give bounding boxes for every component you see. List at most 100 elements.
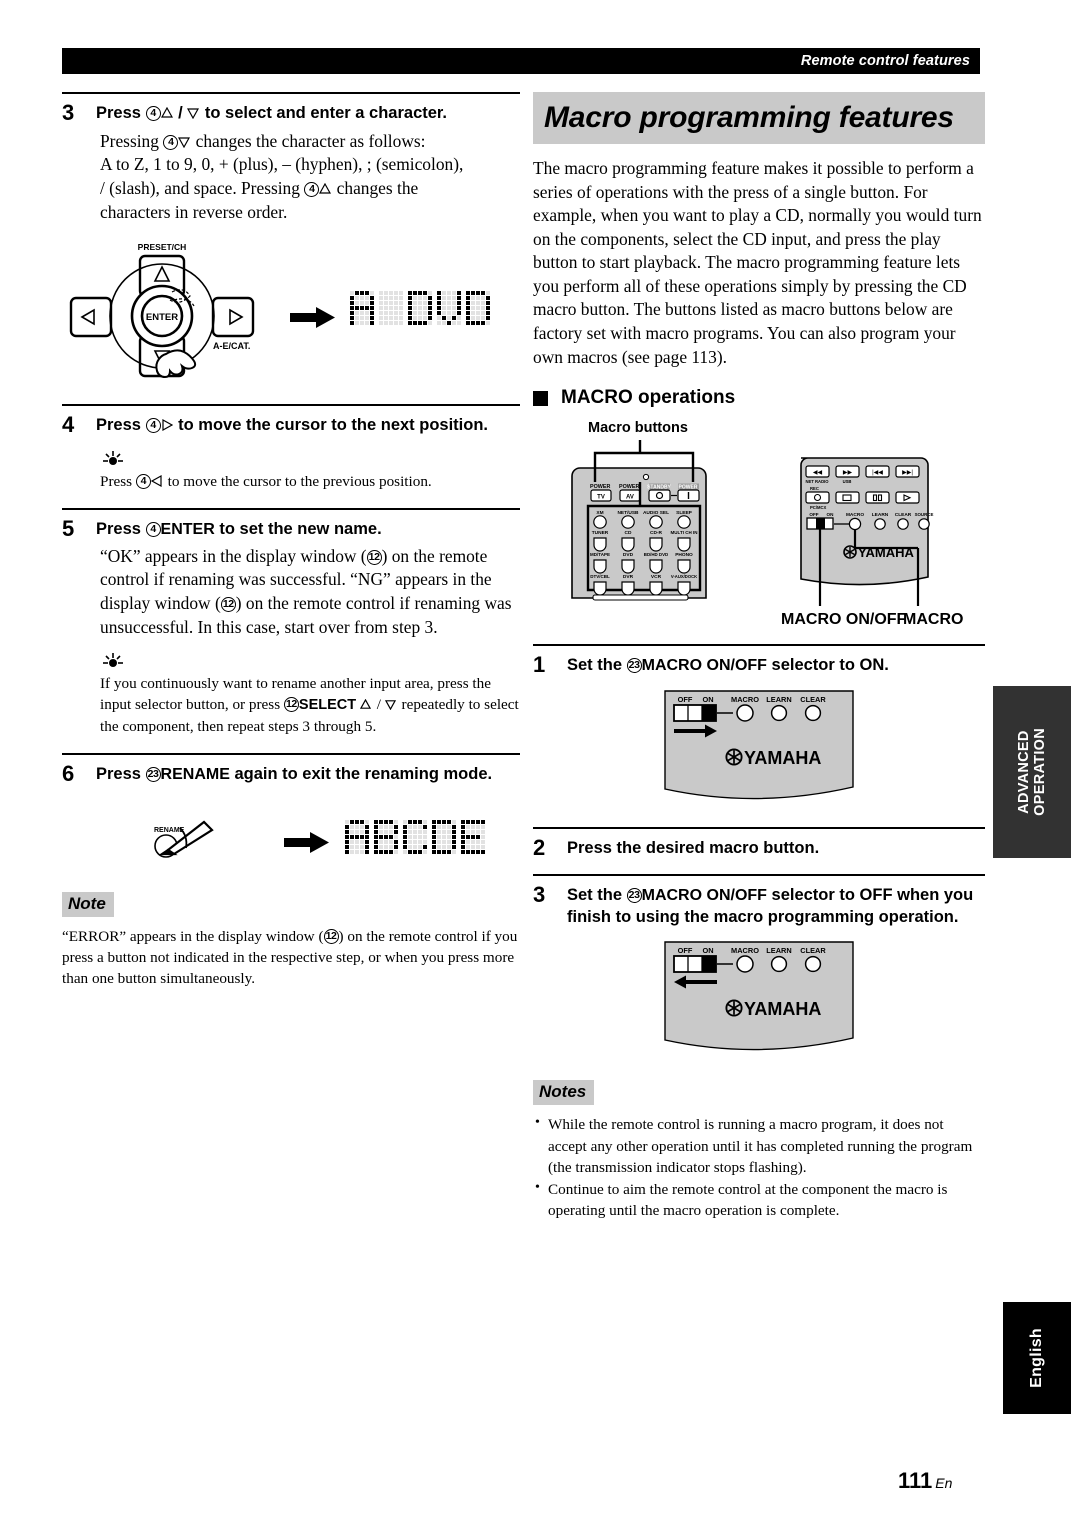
step-4: 4 Press 4 to move the cursor to the next… bbox=[62, 413, 520, 437]
svg-text:AUDIO SEL: AUDIO SEL bbox=[643, 510, 669, 516]
step6-number: 6 bbox=[62, 761, 75, 787]
step6-title: Press 23 RENAME again to exit the renamin… bbox=[96, 762, 520, 786]
step5-body-1: “OK” appears in the display window ( bbox=[100, 545, 367, 566]
svg-text:V-AUX/DOCK: V-AUX/DOCK bbox=[671, 574, 697, 579]
svg-text:◀◀: ◀◀ bbox=[813, 470, 823, 476]
page-number-suffix: En bbox=[935, 1475, 953, 1491]
section-heading-text: MACRO operations bbox=[561, 387, 736, 409]
r-step1-title-pre: Set the bbox=[567, 656, 627, 675]
running-head-text: Remote control features bbox=[800, 53, 970, 69]
circled-number-4: 4 bbox=[145, 106, 161, 121]
step3-body-l3-post: changes the bbox=[332, 177, 419, 198]
step3-body-l3-pre: / (slash), and space. Pressing bbox=[100, 177, 305, 198]
step5-tip: If you continuously want to rename anoth… bbox=[100, 675, 519, 735]
step5-title-pre: Press bbox=[96, 520, 146, 539]
svg-text:MACRO: MACRO bbox=[846, 512, 864, 518]
svg-text:BD/HD DVD: BD/HD DVD bbox=[644, 552, 668, 557]
tip-bulb-icon bbox=[100, 449, 126, 469]
step4-tip-post: to move the cursor to the previous posit… bbox=[163, 472, 432, 490]
circled-number-4: 4 bbox=[135, 473, 151, 489]
svg-text:POWER: POWER bbox=[590, 484, 610, 490]
intro-paragraph: The macro programming feature makes it p… bbox=[533, 158, 982, 367]
lcd-char bbox=[461, 819, 485, 854]
svg-text:A-E/CAT.: A-E/CAT. bbox=[213, 341, 250, 351]
lcd-text-abcde bbox=[345, 819, 485, 854]
page-title-text: Macro programming features bbox=[544, 101, 954, 134]
r-step-3: 3 Set the 23 MACRO ON/OFF selector to OFF… bbox=[533, 883, 985, 929]
switch-on-label: ON bbox=[702, 695, 713, 704]
circled-number-4: 4 bbox=[145, 418, 161, 434]
macro-on-off-label: MACRO ON/OFF bbox=[641, 886, 767, 904]
learn-btn-label: LEARN bbox=[766, 695, 791, 704]
svg-text:AV: AV bbox=[626, 495, 634, 501]
step4-rule bbox=[62, 404, 520, 407]
r-step3-title: Set the 23 MACRO ON/OFF selector to OFF w… bbox=[567, 883, 985, 929]
circled-number-4: 4 bbox=[304, 181, 320, 197]
rename-press-figure: RENAME bbox=[62, 798, 520, 876]
step-6: 6 Press 23 RENAME again to exit the renam… bbox=[62, 762, 520, 786]
svg-text:NET RADIO: NET RADIO bbox=[805, 479, 829, 484]
step6-title-post: again to exit the renaming mode. bbox=[229, 765, 493, 784]
svg-text:YAMAHA: YAMAHA bbox=[744, 999, 821, 1019]
lcd-char bbox=[403, 819, 427, 854]
step3-rule bbox=[62, 92, 520, 94]
section-heading-macro-operations: MACRO operations bbox=[533, 387, 985, 409]
step6-title-pre: Press bbox=[96, 765, 146, 784]
macro-btn-label: MACRO bbox=[731, 695, 759, 704]
step3-body: Pressing 4 changes the character as foll… bbox=[100, 130, 520, 224]
tip-bulb-icon bbox=[100, 651, 126, 671]
step5-rule bbox=[62, 508, 520, 511]
svg-text:POWER: POWER bbox=[679, 485, 698, 491]
circled-number-12: 12 bbox=[283, 697, 299, 713]
svg-text:CLEAR: CLEAR bbox=[895, 512, 912, 518]
svg-text:MULTI CH IN: MULTI CH IN bbox=[671, 530, 698, 535]
page-number: 111 En bbox=[898, 1468, 952, 1494]
step-3: 3 Press 4 / to select and enter a charac… bbox=[62, 101, 520, 125]
notes-label: Notes bbox=[533, 1080, 595, 1106]
macro-buttons-caption: Macro buttons bbox=[588, 420, 688, 437]
step3-body-l4: characters in reverse order. bbox=[100, 201, 288, 222]
svg-text:LEARN: LEARN bbox=[872, 512, 889, 518]
lcd-text-a-dvd bbox=[350, 291, 490, 326]
svg-text:▶▶|: ▶▶| bbox=[902, 470, 913, 476]
circled-number-12: 12 bbox=[220, 597, 236, 613]
svg-text:DVD: DVD bbox=[623, 552, 634, 558]
clear-btn-label: CLEAR bbox=[800, 695, 826, 704]
step3-body-l1-post: changes the character as follows: bbox=[191, 130, 426, 151]
caption-macro-on-off: MACRO ON/OFF bbox=[781, 611, 907, 628]
svg-text:YAMAHA: YAMAHA bbox=[744, 748, 821, 768]
svg-text:MD/TAPE: MD/TAPE bbox=[590, 552, 610, 557]
svg-text:OFF: OFF bbox=[809, 512, 818, 517]
up-triangle-icon bbox=[160, 104, 174, 118]
circled-number-23: 23 bbox=[626, 658, 642, 674]
svg-text:ON: ON bbox=[827, 512, 835, 517]
r-step3-title-pre: Set the bbox=[567, 885, 627, 904]
note-label: Note bbox=[62, 891, 114, 917]
svg-text:▶▶: ▶▶ bbox=[843, 470, 853, 476]
svg-text:VCR: VCR bbox=[651, 574, 662, 580]
side-tab-english[interactable]: English bbox=[1003, 1302, 1071, 1414]
lcd-char bbox=[432, 819, 456, 854]
r-step2-number: 2 bbox=[533, 834, 546, 860]
side-tab-advanced-operation[interactable]: ADVANCED OPERATION bbox=[993, 686, 1071, 858]
step4-title: Press 4 to move the cursor to the next p… bbox=[96, 413, 520, 437]
circled-number-23: 23 bbox=[145, 767, 161, 783]
step3-title: Press 4 / to select and enter a characte… bbox=[96, 104, 448, 122]
step4-title-post: to move the cursor to the next position. bbox=[173, 416, 488, 435]
step5-number: 5 bbox=[62, 516, 75, 542]
right-triangle-icon bbox=[161, 416, 174, 432]
step6-rule bbox=[62, 753, 520, 756]
svg-text:PC/MCX: PC/MCX bbox=[810, 505, 826, 510]
svg-text:DTV/CBL: DTV/CBL bbox=[590, 574, 610, 579]
step5-title: Press 4 ENTER to set the new name. bbox=[96, 517, 520, 541]
running-head-bar: Remote control features bbox=[62, 48, 980, 74]
step5-title-post: to set the new name. bbox=[214, 520, 382, 539]
arrow-right-icon bbox=[284, 831, 329, 853]
circled-number-4: 4 bbox=[145, 522, 161, 538]
svg-text:SLEEP: SLEEP bbox=[676, 510, 693, 516]
enter-label: ENTER bbox=[160, 521, 215, 539]
svg-text:|◀◀: |◀◀ bbox=[872, 470, 883, 476]
notes-item: While the remote control is running a ma… bbox=[533, 1113, 985, 1178]
lcd-char bbox=[466, 291, 490, 326]
step3-body-l2: A to Z, 1 to 9, 0, + (plus), – (hyphen),… bbox=[100, 154, 464, 175]
